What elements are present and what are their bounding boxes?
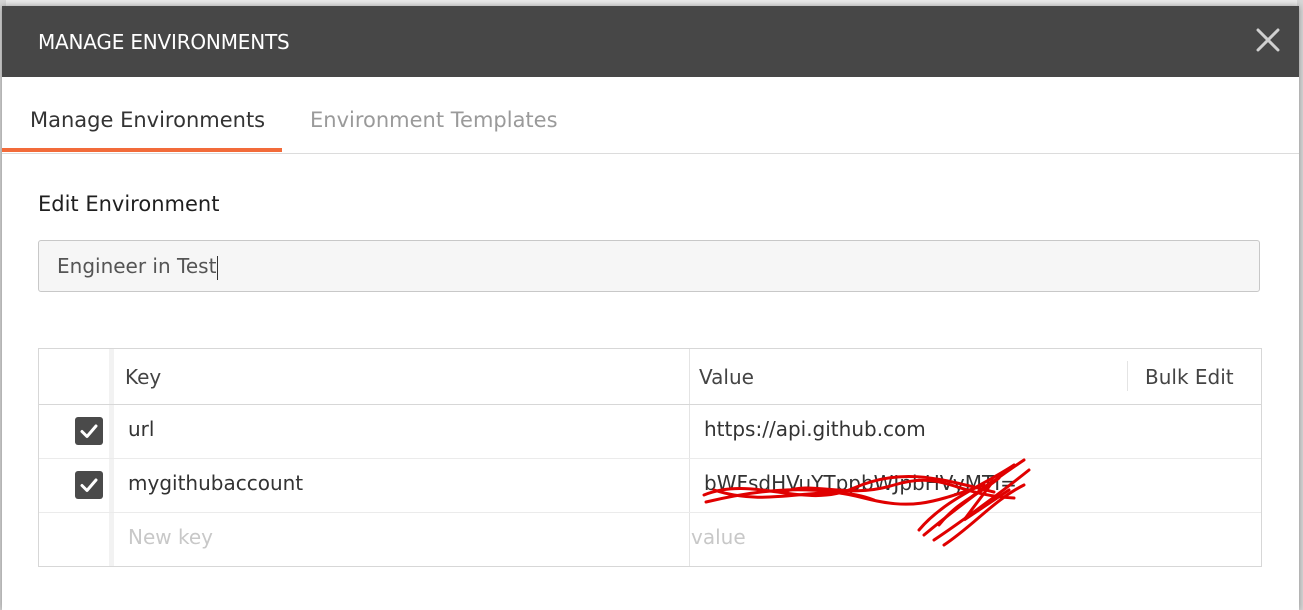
bulk-edit-link[interactable]: Bulk Edit [1145,365,1234,389]
manage-environments-modal: MANAGE ENVIRONMENTS Manage Environments … [2,6,1299,610]
table-row: mygithubaccount bWFsdHVuYTppbWJpbHVyMTI= [39,458,1261,547]
environment-name-value: Engineer in Test [57,254,217,278]
modal-title: MANAGE ENVIRONMENTS [38,30,290,54]
key-column-header: Key [125,365,162,389]
row-enabled-checkbox[interactable] [75,417,103,445]
check-icon [80,478,98,492]
row-enabled-checkbox[interactable] [75,471,103,499]
modal-header: MANAGE ENVIRONMENTS [2,6,1299,77]
table-row: url https://api.github.com [39,404,1261,459]
variable-value[interactable]: bWFsdHVuYTppbWJpbHVyMTI= [704,471,1017,495]
close-icon [1256,28,1280,52]
new-variable-row: New key value [39,512,1261,566]
table-header-row: Key Value Bulk Edit [39,349,1261,405]
environment-name-input[interactable]: Engineer in Test [38,240,1260,292]
variable-key[interactable]: mygithubaccount [128,471,303,495]
variable-key[interactable]: url [128,417,154,441]
text-caret [217,255,219,280]
tab-bar: Manage Environments Environment Template… [2,77,1299,154]
new-value-input[interactable]: value [691,525,746,549]
section-title: Edit Environment [38,192,220,216]
value-column-header: Value [699,365,754,389]
bulk-edit-divider [1127,361,1128,391]
new-key-input[interactable]: New key [128,525,213,549]
close-button[interactable] [1255,26,1281,54]
tab-environment-templates[interactable]: Environment Templates [310,108,558,132]
active-tab-indicator [2,148,282,152]
tab-manage-environments[interactable]: Manage Environments [30,108,265,132]
variable-value[interactable]: https://api.github.com [704,417,926,441]
check-icon [80,424,98,438]
variables-table: Key Value Bulk Edit url https://api.gith… [38,348,1262,567]
